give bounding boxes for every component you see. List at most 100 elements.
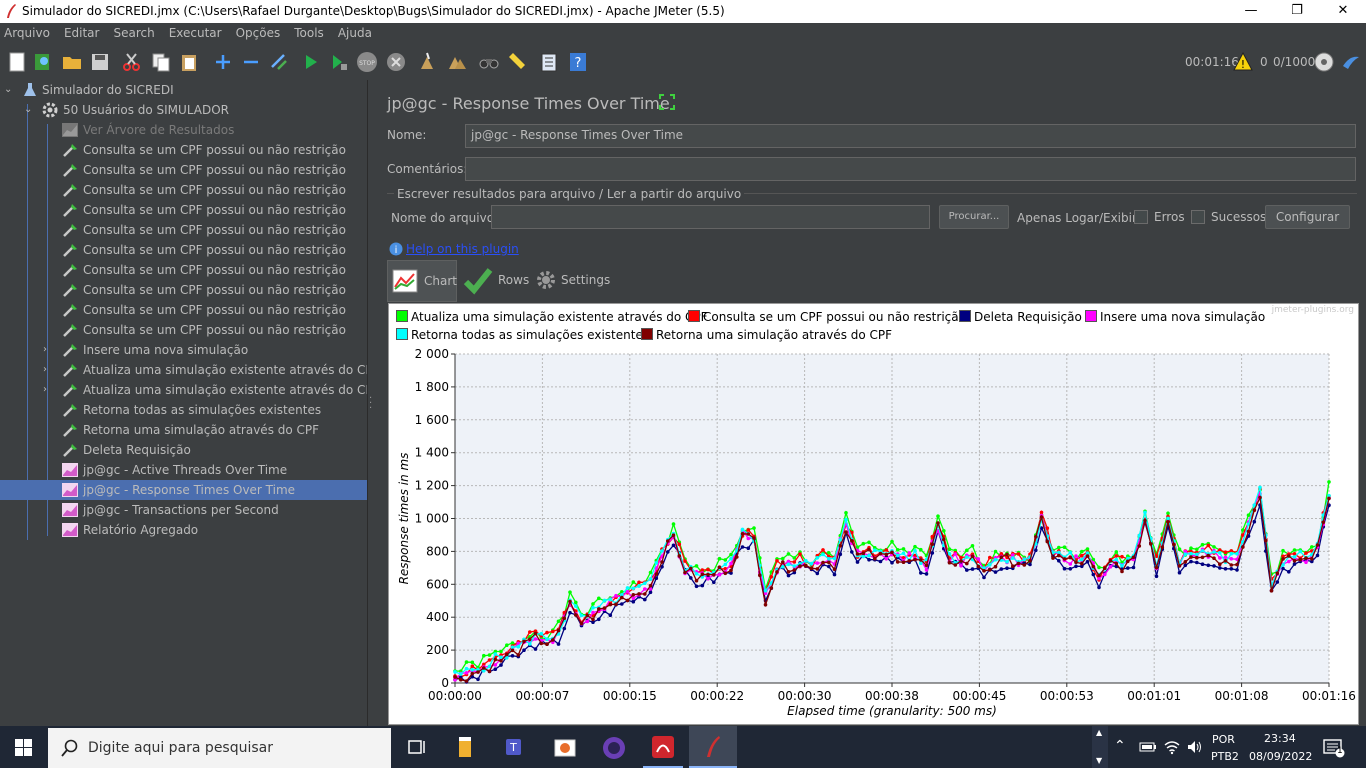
tree-item[interactable]: jp@gc - Response Times Over Time xyxy=(0,480,367,500)
teams-icon[interactable]: T xyxy=(504,735,528,759)
tree-item[interactable]: jp@gc - Transactions per Second xyxy=(0,500,367,520)
expand-arrow-icon[interactable]: › xyxy=(43,380,47,400)
save-icon[interactable] xyxy=(89,51,111,73)
windows-start-icon[interactable] xyxy=(15,739,32,756)
tree-item[interactable]: Consulta se um CPF possui ou não restriç… xyxy=(0,140,367,160)
minimize-button[interactable]: — xyxy=(1228,0,1274,23)
expand-all-icon[interactable] xyxy=(212,51,234,73)
menu-editar[interactable]: Editar xyxy=(60,23,104,40)
battery-icon[interactable] xyxy=(1139,741,1157,753)
tree-item-label: Insere uma nova simulação xyxy=(83,343,249,357)
tree-item[interactable]: Consulta se um CPF possui ou não restriç… xyxy=(0,180,367,200)
filename-field[interactable] xyxy=(491,205,930,229)
jmeter-taskbar-button[interactable] xyxy=(689,726,737,768)
tree-item[interactable]: Consulta se um CPF possui ou não restriç… xyxy=(0,320,367,340)
clock-time[interactable]: 23:34 xyxy=(1264,732,1296,745)
tree-item[interactable]: Retorna todas as simulações existentes xyxy=(0,400,367,420)
tray-scroll[interactable]: ▲ ▼ xyxy=(1092,726,1108,768)
tree-item[interactable]: › Atualiza uma simulação existente atravé… xyxy=(0,380,380,400)
tree-item[interactable]: Ver Árvore de Resultados xyxy=(0,120,367,140)
menu-executar[interactable]: Executar xyxy=(165,23,226,40)
menu-tools[interactable]: Tools xyxy=(290,23,328,40)
volume-icon[interactable] xyxy=(1186,739,1204,755)
expand-arrow-icon[interactable]: › xyxy=(43,340,47,360)
reset-search-icon[interactable] xyxy=(506,51,528,73)
help-plugin-link[interactable]: Help on this plugin xyxy=(406,242,519,256)
tree-item[interactable]: Consulta se um CPF possui ou não restriç… xyxy=(0,300,367,320)
tree-thread-group[interactable]: ⌄ 50 Usuários do SIMULADOR xyxy=(0,100,367,120)
copy-icon[interactable] xyxy=(150,51,172,73)
series-point xyxy=(533,647,538,651)
maximize-panel-icon[interactable] xyxy=(659,94,675,110)
tree-root[interactable]: ⌄ Simulador do SICREDI xyxy=(0,80,367,100)
tab-chart[interactable]: Chart xyxy=(387,260,457,302)
templates-icon[interactable] xyxy=(32,51,54,73)
tree-item[interactable]: Consulta se um CPF possui ou não restriç… xyxy=(0,240,367,260)
series-point xyxy=(901,547,906,551)
start-icon[interactable] xyxy=(300,51,322,73)
tree-item[interactable]: › Atualiza uma simulação existente atravé… xyxy=(0,360,380,380)
help-icon[interactable]: ? xyxy=(567,51,589,73)
warning-icon[interactable]: ! xyxy=(1233,52,1253,72)
pipette-icon xyxy=(63,164,77,177)
series-point xyxy=(1045,539,1050,544)
series-point xyxy=(844,517,848,522)
series-point xyxy=(648,590,653,595)
acrobat-icon[interactable] xyxy=(651,735,675,759)
tree-item[interactable]: Consulta se um CPF possui ou não restriç… xyxy=(0,280,367,300)
tree-item[interactable]: jp@gc - Active Threads Over Time xyxy=(0,460,367,480)
split-pane-divider[interactable]: · · · xyxy=(367,80,375,726)
new-file-icon[interactable] xyxy=(6,51,28,73)
tree-item[interactable]: Relatório Agregado xyxy=(0,520,367,540)
series-point xyxy=(1212,545,1216,549)
series-point xyxy=(907,559,912,563)
collapse-all-icon[interactable] xyxy=(240,51,262,73)
language-code[interactable]: POR xyxy=(1212,733,1235,746)
errors-checkbox[interactable] xyxy=(1134,210,1148,224)
search-binoculars-icon[interactable] xyxy=(478,51,500,73)
function-helper-icon[interactable] xyxy=(538,51,560,73)
tree-item[interactable]: › Insere uma nova simulação xyxy=(0,340,367,360)
tree-item[interactable]: Retorna uma simulação através do CPF xyxy=(0,420,367,440)
expand-arrow-icon[interactable]: › xyxy=(43,360,47,380)
configure-button[interactable]: Configurar xyxy=(1265,205,1350,229)
tree-item[interactable]: Consulta se um CPF possui ou não restriç… xyxy=(0,220,367,240)
clock-date[interactable]: 08/09/2022 xyxy=(1249,750,1312,763)
name-field[interactable]: jp@gc - Response Times Over Time xyxy=(465,124,1356,148)
beer-app-icon[interactable] xyxy=(456,735,476,759)
menu-opcoes[interactable]: Opções xyxy=(232,23,285,40)
menu-arquivo[interactable]: Arquivo xyxy=(0,23,54,40)
log-viewer-icon[interactable] xyxy=(1340,51,1362,73)
toggle-icon[interactable] xyxy=(268,51,290,73)
shutdown-icon[interactable] xyxy=(385,51,407,73)
tab-settings[interactable]: Settings xyxy=(533,260,613,300)
tree-item[interactable]: Consulta se um CPF possui ou não restriç… xyxy=(0,260,367,280)
office-icon[interactable] xyxy=(553,736,577,758)
tray-chevron-icon[interactable]: ⌃ xyxy=(1114,738,1126,754)
taskbar-search[interactable]: Digite aqui para pesquisar xyxy=(48,728,391,768)
browse-button[interactable]: Procurar... xyxy=(939,205,1009,229)
clear-icon[interactable] xyxy=(417,51,439,73)
open-folder-icon[interactable] xyxy=(61,51,83,73)
menu-ajuda[interactable]: Ajuda xyxy=(334,23,376,40)
eclipse-icon[interactable] xyxy=(601,735,627,761)
menu-search[interactable]: Search xyxy=(109,23,158,40)
tree-item[interactable]: Deleta Requisição xyxy=(0,440,367,460)
series-point xyxy=(637,592,641,596)
wifi-icon[interactable] xyxy=(1163,739,1181,755)
start-no-pauses-icon[interactable] xyxy=(328,51,350,73)
keyboard-layout[interactable]: PTB2 xyxy=(1211,750,1239,763)
maximize-button[interactable]: ❐ xyxy=(1274,0,1320,23)
close-button[interactable]: ✕ xyxy=(1320,0,1366,23)
comments-field[interactable] xyxy=(465,157,1356,181)
tree-item[interactable]: Consulta se um CPF possui ou não restriç… xyxy=(0,200,367,220)
tree-item[interactable]: Consulta se um CPF possui ou não restriç… xyxy=(0,160,367,180)
clear-all-icon[interactable] xyxy=(446,51,468,73)
cut-icon[interactable] xyxy=(121,51,143,73)
task-view-icon[interactable] xyxy=(407,738,427,756)
tab-rows[interactable]: Rows xyxy=(461,260,531,300)
series-point xyxy=(786,562,791,567)
stop-icon[interactable]: STOP xyxy=(356,51,378,73)
successes-checkbox[interactable] xyxy=(1191,210,1205,224)
paste-icon[interactable] xyxy=(178,51,200,73)
